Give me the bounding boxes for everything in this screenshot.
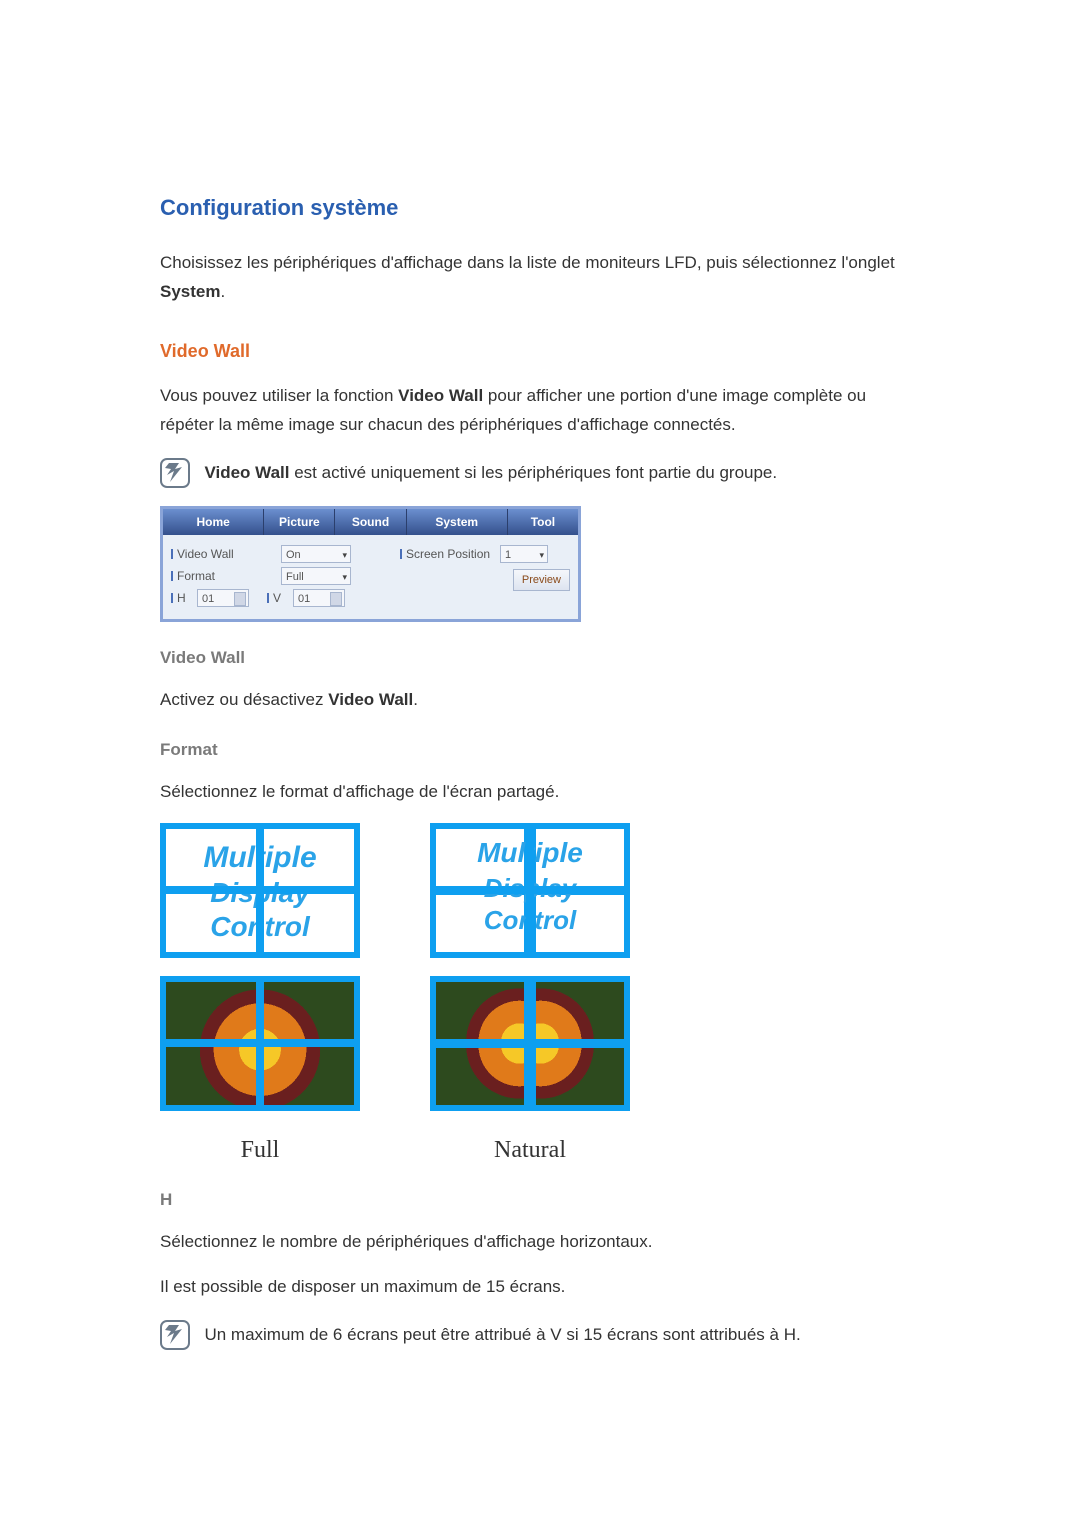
note-icon <box>160 1320 190 1350</box>
note-block-2: Un maximum de 6 écrans peut être attribu… <box>160 1320 920 1350</box>
format-col-natural: Multiple Display Control Natural <box>430 823 630 1164</box>
note-1-rest: est activé uniquement si les périphériqu… <box>289 463 777 482</box>
intro-text-1: Choisissez les périphériques d'affichage… <box>160 253 895 272</box>
format-field-label: Format <box>171 569 251 583</box>
v-spinner[interactable]: 01▴▾ <box>293 589 345 607</box>
intro-paragraph: Choisissez les périphériques d'affichage… <box>160 249 920 307</box>
h-desc: Sélectionnez le nombre de périphériques … <box>160 1228 920 1257</box>
format-sub-heading: Format <box>160 740 920 760</box>
format-illustration-grid: Multiple Display Control Full Mul <box>160 823 920 1164</box>
video-wall-desc: Vous pouvez utiliser la fonction Video W… <box>160 382 920 440</box>
video-wall-field-label: Video Wall <box>171 547 281 561</box>
note-block-1: Video Wall est activé uniquement si les … <box>160 458 920 488</box>
format-label-natural: Natural <box>494 1137 566 1164</box>
note-icon <box>160 458 190 488</box>
tab-system[interactable]: System <box>407 509 508 535</box>
format-label-full: Full <box>241 1137 280 1164</box>
vw-desc-1: Vous pouvez utiliser la fonction <box>160 386 398 405</box>
intro-bold: System <box>160 282 220 301</box>
video-wall-sub-heading: Video Wall <box>160 648 920 668</box>
h-heading: H <box>160 1190 920 1210</box>
vw-sub-bold: Video Wall <box>328 690 413 709</box>
format-tile-natural-photo <box>430 976 630 1111</box>
h-desc-2: Il est possible de disposer un maximum d… <box>160 1273 920 1302</box>
tab-home[interactable]: Home <box>163 509 264 535</box>
h-spinner[interactable]: 01▴▾ <box>197 589 249 607</box>
note-1-bold: Video Wall <box>204 463 289 482</box>
h-field-label: H <box>171 591 197 605</box>
format-tile-full-text: Multiple Display Control <box>160 823 360 958</box>
tab-bar: Home Picture Sound System Tool <box>163 509 578 535</box>
tab-sound[interactable]: Sound <box>335 509 406 535</box>
section-title: Configuration système <box>160 195 920 221</box>
format-tile-full-photo <box>160 976 360 1111</box>
note-2-text: Un maximum de 6 écrans peut être attribu… <box>204 1320 800 1350</box>
note-1-text: Video Wall est activé uniquement si les … <box>204 458 777 488</box>
video-wall-sub-desc: Activez ou désactivez Video Wall. <box>160 686 920 715</box>
v-value: 01 <box>298 593 310 605</box>
screen-position-select[interactable]: 1 <box>500 545 548 563</box>
vw-sub-1: Activez ou désactivez <box>160 690 328 709</box>
screen-position-label: Screen Position <box>400 547 500 561</box>
system-tab-panel: Home Picture Sound System Tool Video Wal… <box>160 506 581 622</box>
video-wall-select[interactable]: On <box>281 545 351 563</box>
format-tile-natural-text: Multiple Display Control <box>430 823 630 958</box>
format-desc: Sélectionnez le format d'affichage de l'… <box>160 778 920 807</box>
intro-text-2: . <box>220 282 225 301</box>
format-col-full: Multiple Display Control Full <box>160 823 360 1164</box>
v-field-label: V <box>267 591 293 605</box>
h-value: 01 <box>202 593 214 605</box>
vw-desc-bold: Video Wall <box>398 386 483 405</box>
format-select[interactable]: Full <box>281 567 351 585</box>
tab-tool[interactable]: Tool <box>508 509 578 535</box>
tab-picture[interactable]: Picture <box>264 509 335 535</box>
preview-button[interactable]: Preview <box>513 569 570 591</box>
vw-sub-2: . <box>413 690 418 709</box>
video-wall-heading: Video Wall <box>160 341 920 362</box>
